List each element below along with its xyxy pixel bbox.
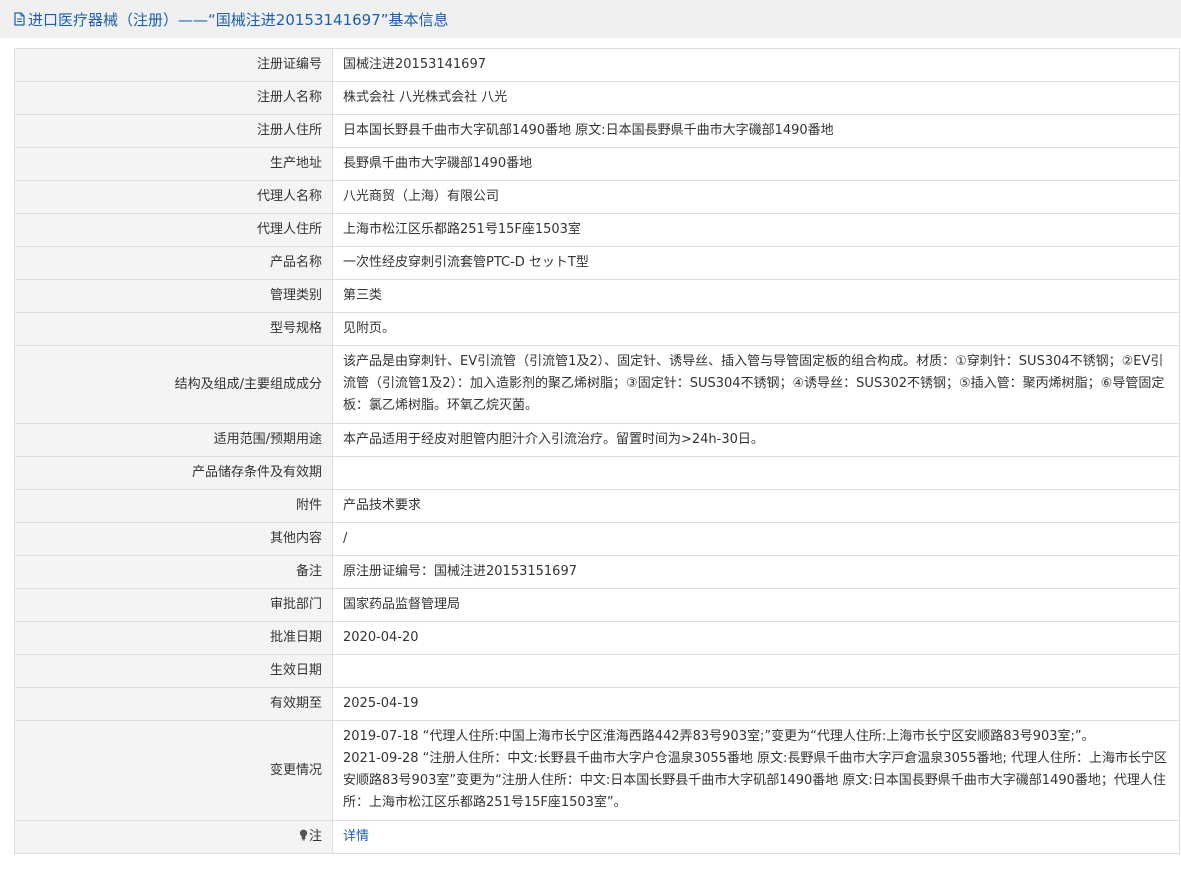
row-label: 备注 [14, 555, 333, 589]
note-label: 注 [308, 829, 322, 844]
row-label: 变更情况 [14, 720, 333, 821]
info-table-container: 注册证编号 国械注进20153141697 注册人名称 株式会社 八光株式会社 八光注… [0, 38, 1181, 854]
table-row-changes: 变更情况 2019-07-18 “代理人住所:中国上海市长宁区淮海西路442弄8… [14, 720, 1180, 821]
row-label: 产品储存条件及有效期 [14, 456, 333, 490]
row-label: 适用范围/预期用途 [14, 423, 333, 457]
row-value: 该产品是由穿刺针、EV引流管（引流管1及2）、固定针、诱导丝、插入管与导管固定板… [332, 345, 1180, 424]
row-value: 2025-04-19 [332, 687, 1180, 721]
info-table-body: 注册证编号 国械注进20153141697 注册人名称 株式会社 八光株式会社 八光注… [14, 48, 1180, 721]
row-value: 原注册证编号：国械注进20153151697 [332, 555, 1180, 589]
row-value: 2020-04-20 [332, 621, 1180, 655]
row-label: 代理人名称 [14, 180, 333, 214]
table-row-registrant-name: 注册人名称 株式会社 八光株式会社 八光 [14, 81, 1180, 115]
row-value: / [332, 522, 1180, 556]
row-label: 结构及组成/主要组成成分 [14, 345, 333, 424]
table-row-other: 其他内容 / [14, 522, 1180, 556]
row-value: 国家药品监督管理局 [332, 588, 1180, 622]
row-value: 本产品适用于经皮对胆管内胆汁介入引流治疗。留置时间为>24h-30日。 [332, 423, 1180, 457]
row-value: 产品技术要求 [332, 489, 1180, 523]
table-row-intended-use: 适用范围/预期用途 本产品适用于经皮对胆管内胆汁介入引流治疗。留置时间为>24h-… [14, 423, 1180, 457]
table-row-expiry-date: 有效期至 2025-04-19 [14, 687, 1180, 721]
table-row-note: 注 详情 [14, 820, 1180, 854]
table-row-model-spec: 型号规格 见附页。 [14, 312, 1180, 346]
table-row-storage: 产品储存条件及有效期 [14, 456, 1180, 490]
row-label: 审批部门 [14, 588, 333, 622]
change-entry: 2021-09-28 “注册人住所：中文:长野县千曲市大字户仓温泉3055番地 … [343, 751, 1167, 810]
row-label: 产品名称 [14, 246, 333, 280]
row-value: 八光商贸（上海）有限公司 [332, 180, 1180, 214]
row-label: 有效期至 [14, 687, 333, 721]
page-title: 进口医疗器械（注册）——“国械注进20153141697”基本信息 [28, 10, 449, 29]
row-value-note: 详情 [332, 820, 1180, 854]
row-label: 注册人住所 [14, 114, 333, 148]
row-value [332, 456, 1180, 490]
row-label: 批准日期 [14, 621, 333, 655]
info-table: 注册证编号 国械注进20153141697 注册人名称 株式会社 八光株式会社 八光注… [14, 48, 1180, 854]
details-link[interactable]: 详情 [343, 829, 369, 844]
row-value: 国械注进20153141697 [332, 48, 1180, 82]
table-row-approval-date: 批准日期 2020-04-20 [14, 621, 1180, 655]
table-row-agent-name: 代理人名称 八光商贸（上海）有限公司 [14, 180, 1180, 214]
row-label: 生产地址 [14, 147, 333, 181]
row-label-note: 注 [14, 820, 333, 854]
change-history: 2019-07-18 “代理人住所:中国上海市长宁区淮海西路442弄83号903… [332, 720, 1180, 821]
table-row-agent-address: 代理人住所 上海市松江区乐都路251号15F座1503室 [14, 213, 1180, 247]
row-label: 注册人名称 [14, 81, 333, 115]
row-value: 日本国长野县千曲市大字矶部1490番地 原文:日本国長野県千曲市大字磯部1490… [332, 114, 1180, 148]
table-row-effective-date: 生效日期 [14, 654, 1180, 688]
change-entry: 2019-07-18 “代理人住所:中国上海市长宁区淮海西路442弄83号903… [343, 729, 1095, 744]
table-row-remark: 备注 原注册证编号：国械注进20153151697 [14, 555, 1180, 589]
table-row-production-address: 生产地址 長野県千曲市大字磯部1490番地 [14, 147, 1180, 181]
table-row-attachment: 附件 产品技术要求 [14, 489, 1180, 523]
lightbulb-icon [299, 829, 308, 841]
row-value: 上海市松江区乐都路251号15F座1503室 [332, 213, 1180, 247]
row-value: 见附页。 [332, 312, 1180, 346]
row-label: 管理类别 [14, 279, 333, 313]
page-title-bar: 进口医疗器械（注册）——“国械注进20153141697”基本信息 [0, 0, 1181, 38]
table-row-dept: 审批部门 国家药品监督管理局 [14, 588, 1180, 622]
row-value: 第三类 [332, 279, 1180, 313]
row-label: 附件 [14, 489, 333, 523]
row-label: 生效日期 [14, 654, 333, 688]
row-label: 代理人住所 [14, 213, 333, 247]
table-row-structure: 结构及组成/主要组成成分 该产品是由穿刺针、EV引流管（引流管1及2）、固定针、诱… [14, 345, 1180, 424]
table-row-reg-no: 注册证编号 国械注进20153141697 [14, 48, 1180, 82]
table-row-category: 管理类别 第三类 [14, 279, 1180, 313]
row-label: 注册证编号 [14, 48, 333, 82]
document-icon [14, 12, 25, 26]
row-value [332, 654, 1180, 688]
row-label: 型号规格 [14, 312, 333, 346]
table-row-product-name: 产品名称 一次性经皮穿刺引流套管PTC-D セットT型 [14, 246, 1180, 280]
row-value: 一次性经皮穿刺引流套管PTC-D セットT型 [332, 246, 1180, 280]
table-row-registrant-address: 注册人住所 日本国长野县千曲市大字矶部1490番地 原文:日本国長野県千曲市大字磯… [14, 114, 1180, 148]
row-value: 長野県千曲市大字磯部1490番地 [332, 147, 1180, 181]
row-label: 其他内容 [14, 522, 333, 556]
row-value: 株式会社 八光株式会社 八光 [332, 81, 1180, 115]
